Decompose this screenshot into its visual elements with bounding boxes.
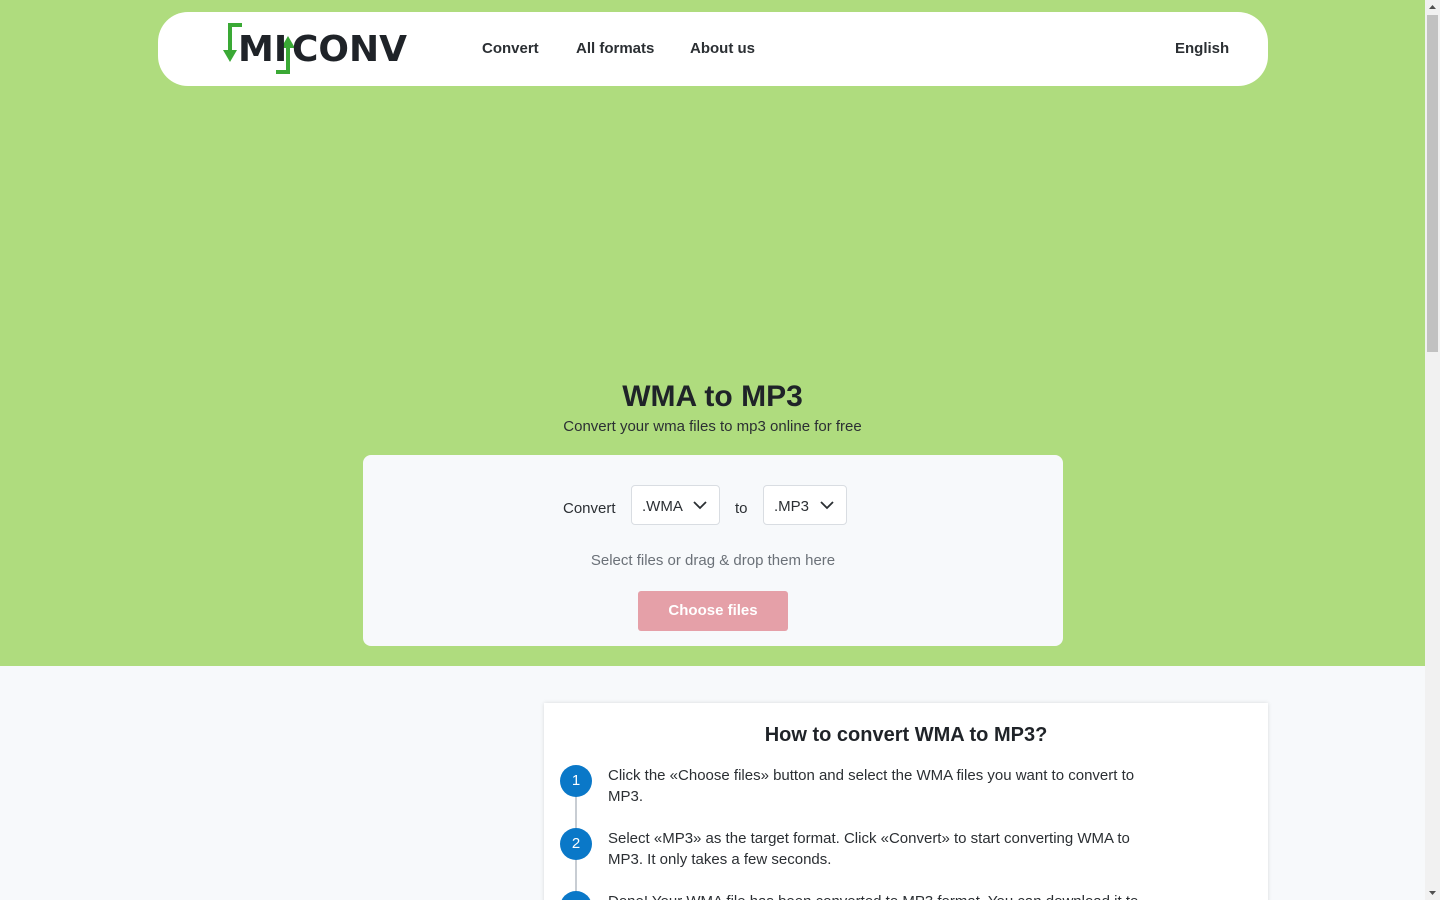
- step-text-3: Done! Your WMA file has been converted t…: [608, 891, 1148, 900]
- how-to-title: How to convert WMA to MP3?: [764, 724, 1048, 746]
- vertical-scrollbar[interactable]: [1425, 0, 1440, 900]
- converter-card: Convert .WMA to .MP3 Select files or dra…: [363, 455, 1063, 646]
- step-number-2: 2: [560, 828, 592, 860]
- to-label: to: [735, 500, 748, 517]
- chevron-down-icon: [693, 501, 707, 510]
- scroll-up-arrow-icon[interactable]: [1425, 0, 1440, 15]
- step-text-1: Click the «Choose files» button and sele…: [608, 767, 1135, 805]
- how-to-card: How to convert WMA to MP3? 1 Click the «…: [544, 703, 1268, 900]
- nav-link-convert[interactable]: Convert: [482, 40, 539, 57]
- page-subtitle: Convert your wma files to mp3 online for…: [563, 418, 862, 435]
- logo[interactable]: MI CONV: [220, 22, 407, 76]
- choose-files-button[interactable]: Choose files: [638, 591, 788, 631]
- source-format-select[interactable]: .WMA: [631, 485, 720, 525]
- nav-link-all-formats[interactable]: All formats: [576, 40, 654, 57]
- chevron-down-icon: [820, 501, 834, 510]
- scroll-down-arrow-icon[interactable]: [1425, 885, 1440, 900]
- logo-text-conv: CONV: [292, 29, 408, 70]
- language-selector[interactable]: English: [1175, 40, 1229, 57]
- step-number-3: 3: [560, 891, 592, 900]
- page-title: WMA to MP3: [622, 380, 803, 413]
- step-number-1: 1: [560, 765, 592, 797]
- step-text-2: Select «MP3» as the target format. Click…: [608, 830, 1130, 868]
- target-format-select[interactable]: .MP3: [763, 485, 847, 525]
- target-format-value: .MP3: [774, 498, 810, 515]
- convert-label: Convert: [563, 500, 616, 517]
- hero-section: MI CONV Convert All formats About us Eng…: [0, 0, 1425, 666]
- drop-zone-hint[interactable]: Select files or drag & drop them here: [363, 552, 1063, 569]
- logo-text-mi: MI: [238, 29, 288, 70]
- scrollbar-thumb[interactable]: [1427, 15, 1438, 352]
- nav-link-about-us[interactable]: About us: [690, 40, 755, 57]
- source-format-value: .WMA: [642, 498, 683, 515]
- navbar: MI CONV Convert All formats About us Eng…: [158, 12, 1268, 86]
